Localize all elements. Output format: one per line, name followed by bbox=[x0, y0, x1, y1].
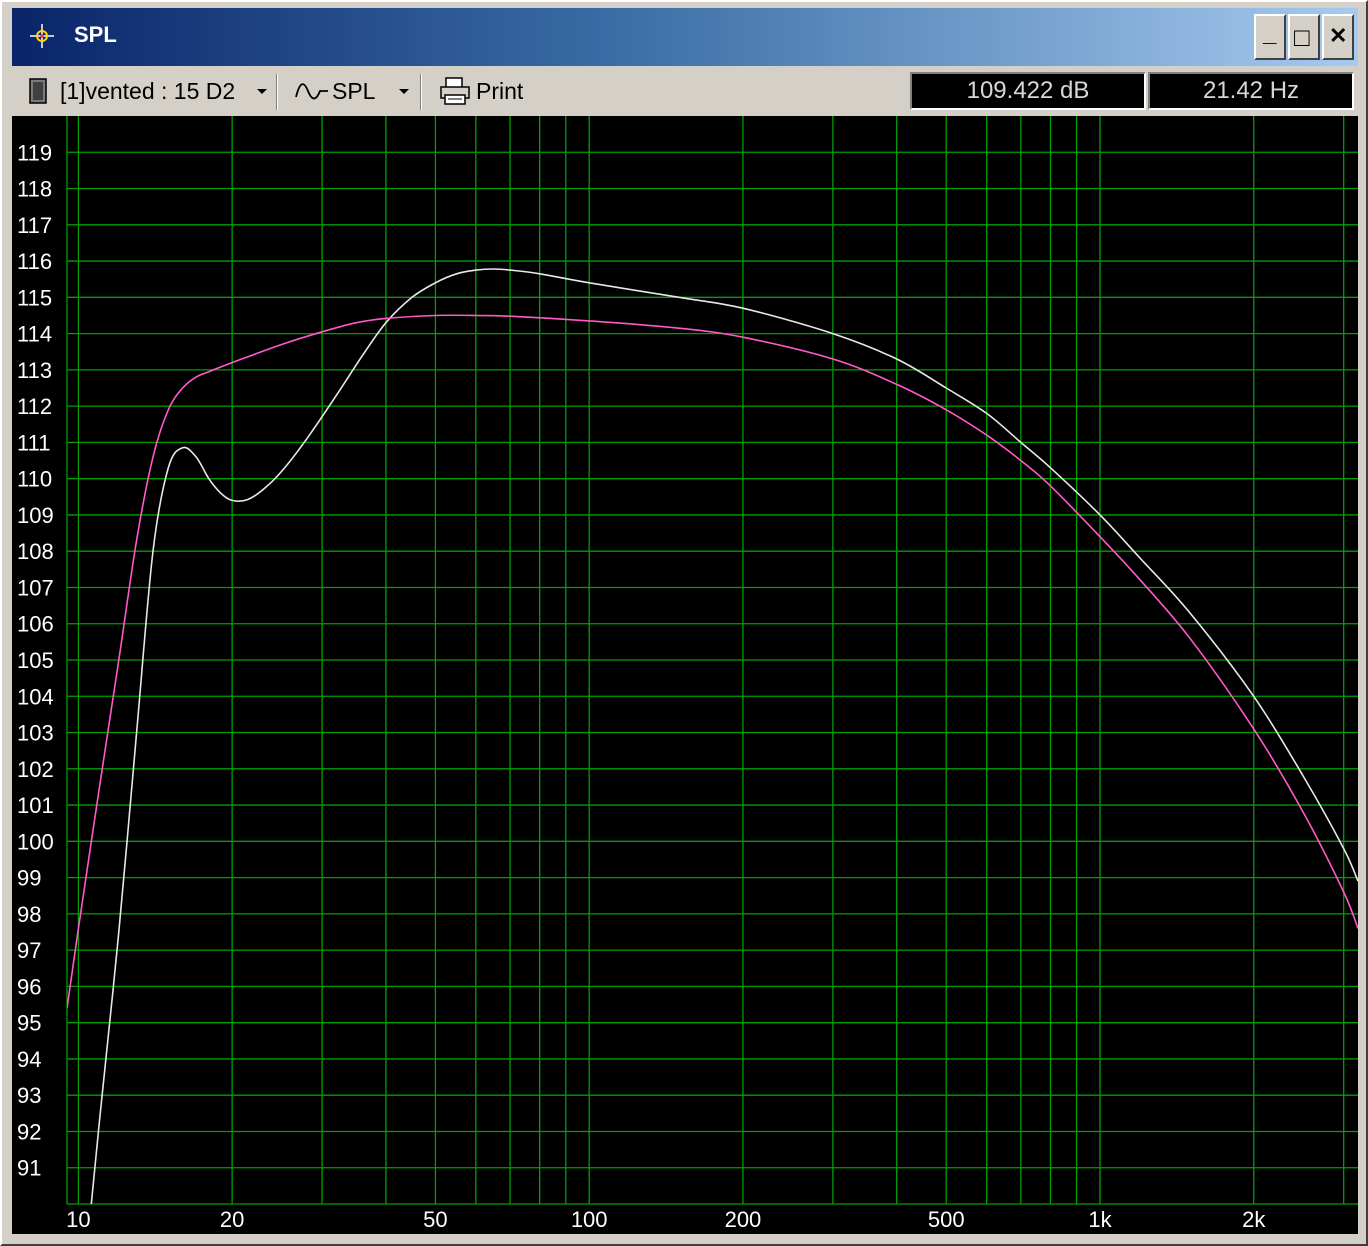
x-tick-label: 10 bbox=[66, 1207, 90, 1232]
hz-readout: 21.42 Hz bbox=[1148, 72, 1354, 110]
y-tick-label: 91 bbox=[17, 1156, 41, 1181]
y-tick-label: 107 bbox=[17, 575, 54, 600]
crosshair-icon bbox=[30, 24, 54, 48]
y-tick-label: 114 bbox=[17, 322, 52, 347]
maximize-icon: □ bbox=[1294, 22, 1310, 52]
waveform-icon bbox=[295, 83, 328, 100]
x-tick-label: 20 bbox=[220, 1207, 244, 1232]
x-tick-label: 200 bbox=[725, 1207, 762, 1232]
y-tick-label: 92 bbox=[17, 1119, 41, 1144]
print-label: Print bbox=[476, 77, 524, 104]
x-tick-label: 50 bbox=[423, 1207, 447, 1232]
x-tick-label: 100 bbox=[571, 1207, 608, 1232]
minimize-button[interactable]: _ bbox=[1254, 14, 1286, 60]
hz-readout-value: 21.42 Hz bbox=[1202, 77, 1300, 104]
y-tick-label: 113 bbox=[17, 358, 52, 383]
y-tick-label: 117 bbox=[17, 213, 52, 238]
close-button[interactable]: ✕ bbox=[1322, 14, 1354, 60]
y-tick-label: 106 bbox=[17, 612, 54, 637]
y-tick-label: 97 bbox=[17, 938, 41, 963]
y-tick-label: 104 bbox=[17, 684, 54, 709]
print-button[interactable]: Print bbox=[438, 68, 523, 114]
driver-select[interactable]: [1]vented : 15 D2 bbox=[28, 68, 269, 114]
y-tick-label: 93 bbox=[17, 1083, 41, 1108]
chevron-down-icon bbox=[399, 89, 410, 94]
y-tick-label: 119 bbox=[17, 140, 52, 165]
y-tick-label: 109 bbox=[17, 503, 54, 528]
y-tick-label: 94 bbox=[17, 1047, 41, 1072]
toolbar-separator bbox=[276, 74, 278, 110]
maximize-button[interactable]: □ bbox=[1288, 14, 1320, 60]
x-tick-label: 500 bbox=[928, 1207, 965, 1232]
spl-window: SPL _ □ ✕ [1]vented : 15 D2 SPL Print 10… bbox=[0, 0, 1368, 1246]
y-tick-label: 95 bbox=[17, 1011, 41, 1036]
toolbar: [1]vented : 15 D2 SPL Print 109.422 dB 2… bbox=[12, 68, 1358, 114]
graph-select[interactable]: SPL bbox=[294, 68, 411, 114]
series-line-1 bbox=[90, 268, 1358, 1204]
driver-label: [1]vented : 15 D2 bbox=[60, 77, 236, 104]
y-tick-label: 111 bbox=[17, 430, 50, 455]
window-title: SPL bbox=[74, 22, 117, 47]
printer-icon bbox=[440, 77, 470, 105]
toolbar-separator bbox=[420, 74, 422, 110]
minimize-icon: _ bbox=[1263, 20, 1277, 47]
y-tick-label: 105 bbox=[17, 648, 54, 673]
graph-label: SPL bbox=[332, 77, 376, 104]
y-tick-label: 118 bbox=[17, 177, 52, 202]
close-icon: ✕ bbox=[1329, 23, 1348, 48]
y-tick-label: 102 bbox=[17, 757, 54, 782]
x-tick-label: 1k bbox=[1088, 1207, 1112, 1232]
speaker-icon bbox=[29, 78, 47, 104]
y-tick-label: 116 bbox=[17, 249, 52, 274]
y-tick-label: 108 bbox=[17, 539, 54, 564]
x-tick-label: 2k bbox=[1242, 1207, 1266, 1232]
y-tick-label: 101 bbox=[17, 793, 54, 818]
db-readout-value: 109.422 dB bbox=[966, 77, 1090, 104]
y-tick-label: 96 bbox=[17, 974, 41, 999]
y-tick-label: 112 bbox=[17, 394, 52, 419]
spl-chart-area[interactable]: 91 92 93 94 95 96 97 98 99 100 101 102 103 104 105 106 1… bbox=[12, 116, 1358, 1234]
spl-chart[interactable]: 91 92 93 94 95 96 97 98 99 100 101 102 103 104 105 106 1… bbox=[12, 116, 1358, 1234]
y-tick-label: 115 bbox=[17, 285, 52, 310]
series-line-2 bbox=[67, 314, 1358, 1009]
chevron-down-icon bbox=[257, 89, 268, 94]
db-readout: 109.422 dB bbox=[910, 72, 1146, 110]
y-tick-label: 103 bbox=[17, 721, 54, 746]
y-tick-label: 110 bbox=[17, 467, 52, 492]
y-tick-label: 100 bbox=[17, 829, 54, 854]
y-tick-label: 99 bbox=[17, 866, 41, 891]
title-bar[interactable]: SPL _ □ ✕ bbox=[12, 8, 1358, 66]
y-tick-label: 98 bbox=[17, 902, 41, 927]
